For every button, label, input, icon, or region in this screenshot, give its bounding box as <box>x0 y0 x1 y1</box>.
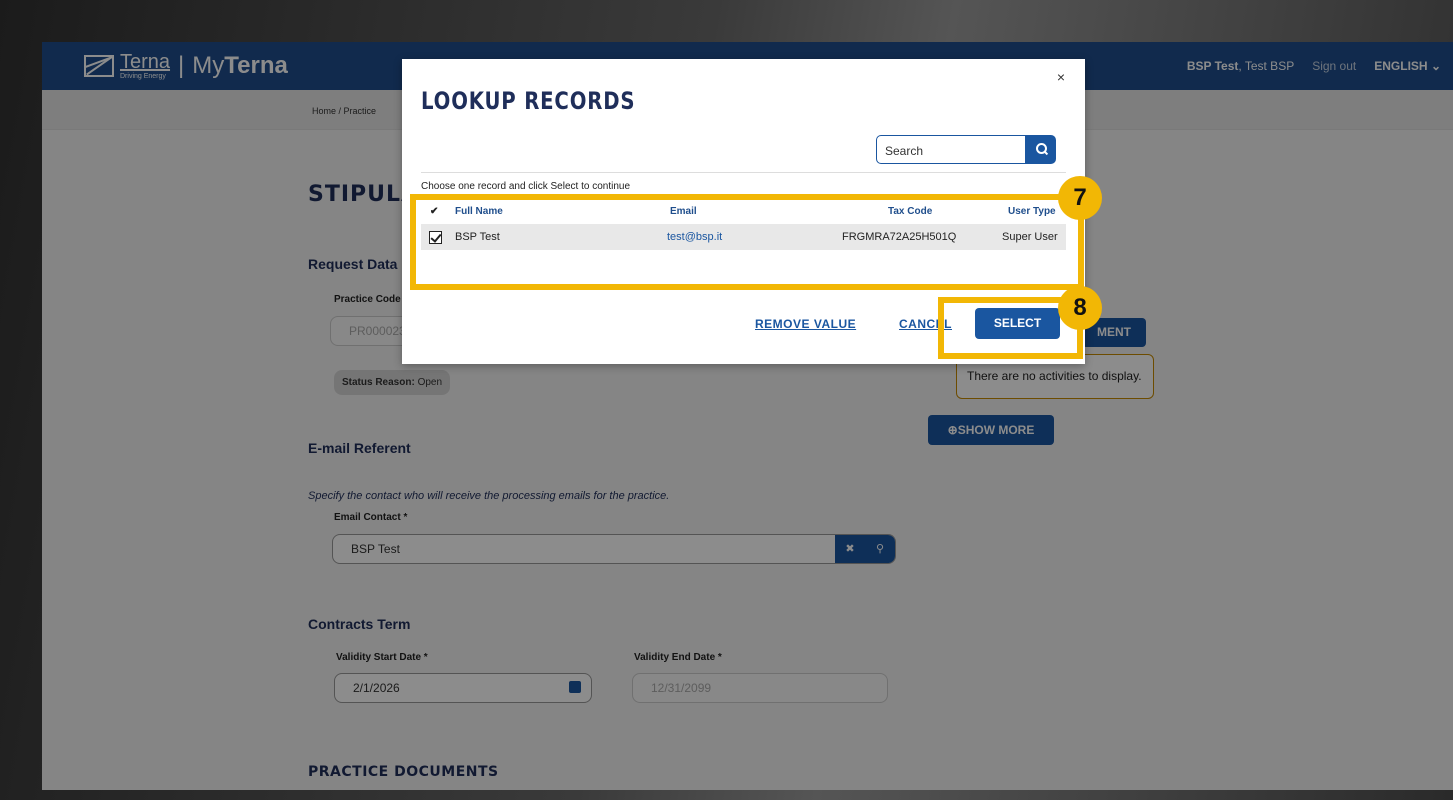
close-icon[interactable]: × <box>1057 69 1065 85</box>
instruction-text: Choose one record and click Select to co… <box>421 181 631 192</box>
step-marker-7: 7 <box>1058 176 1102 220</box>
modal-title: LOOKUP RECORDS <box>421 87 636 115</box>
remove-value-button[interactable]: REMOVE VALUE <box>755 317 856 331</box>
highlight-box-step-7 <box>410 194 1084 290</box>
device-frame: Terna Driving Energy | MyTerna BSP Test,… <box>0 0 1453 800</box>
step-marker-8: 8 <box>1058 286 1102 330</box>
search-button[interactable] <box>1026 135 1056 164</box>
app-screen: Terna Driving Energy | MyTerna BSP Test,… <box>42 42 1453 790</box>
modal-divider <box>421 172 1066 173</box>
search-input[interactable]: Search <box>876 135 1026 164</box>
